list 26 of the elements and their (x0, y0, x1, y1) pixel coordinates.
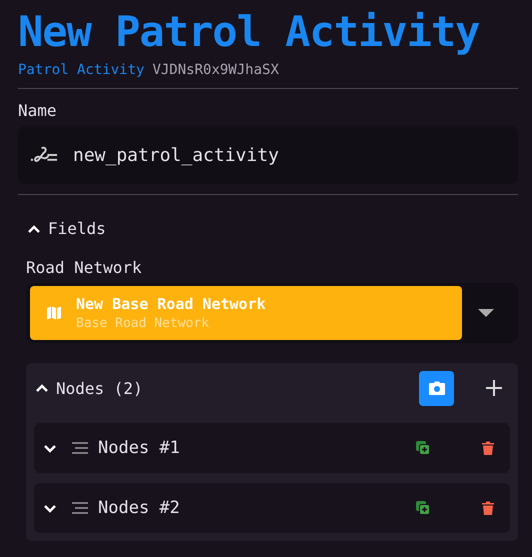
item-subtitle: Base Road Network (76, 316, 210, 331)
drag-handle-icon (72, 502, 88, 514)
duplicate-icon (416, 441, 430, 455)
node-row[interactable]: Nodes #2 (34, 483, 510, 533)
page-title: New Patrol Activity (18, 6, 480, 58)
camera-button[interactable] (419, 370, 454, 406)
drag-handle-icon (72, 442, 88, 454)
field-label: Road Network (26, 258, 143, 277)
field-label: Name (18, 101, 58, 120)
dropdown-caret-icon (478, 308, 494, 318)
node-row[interactable]: Nodes #1 (34, 423, 510, 473)
node-title: Nodes #2 (98, 498, 181, 518)
type-label: Patrol Activity (18, 62, 144, 78)
camera-icon (428, 381, 444, 395)
name-field[interactable]: new_patrol_activity (18, 126, 518, 184)
signature-icon (30, 145, 59, 165)
duplicate-icon (416, 501, 430, 515)
map-icon (46, 305, 62, 321)
node-title: Nodes #1 (98, 438, 181, 458)
add-icon (486, 380, 502, 396)
trash-icon (482, 441, 494, 455)
trash-icon (482, 501, 494, 515)
section-title[interactable]: Fields (48, 219, 106, 238)
record-id: VJDNsR0x9WJhaSX (152, 62, 279, 78)
section-title[interactable]: Nodes (2) (56, 378, 413, 398)
item-title: New Base Road Network (76, 295, 266, 313)
